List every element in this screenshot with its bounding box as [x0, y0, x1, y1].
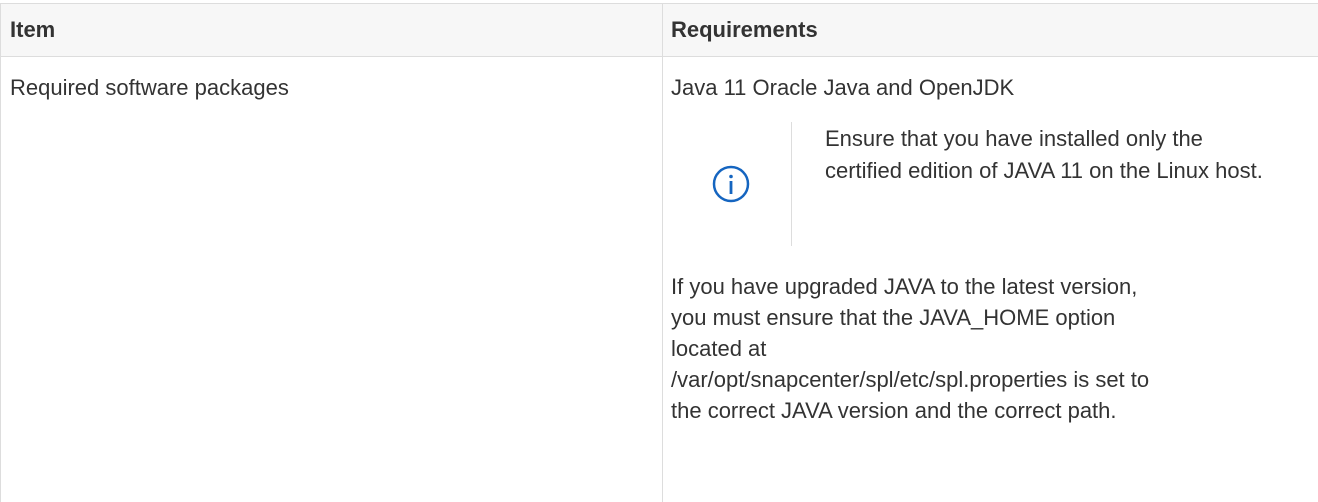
header-row: Item Requirements — [0, 3, 1318, 57]
row-item-cell: Required software packages — [0, 56, 663, 502]
note-text: Ensure that you have installed only the … — [825, 126, 1263, 183]
requirements-table: Item Requirements Required software pack… — [0, 3, 1318, 502]
header-item: Item — [0, 3, 663, 57]
note-admonition: Ensure that you have installed only the … — [671, 120, 1318, 248]
requirement-java-line: Java 11 Oracle Java and OpenJDK — [671, 75, 1015, 100]
note-icon-cell — [671, 120, 791, 248]
header-requirements: Requirements — [662, 3, 1318, 57]
table-header: Item Requirements — [0, 3, 1318, 57]
requirement-java-home-paragraph: If you have upgraded JAVA to the latest … — [671, 274, 1150, 423]
table-row: Required software packages Java 11 Oracl… — [0, 56, 1318, 502]
row-requirements-cell: Java 11 Oracle Java and OpenJDK Ensure t… — [662, 56, 1318, 502]
info-icon — [712, 165, 750, 203]
table-body: Required software packages Java 11 Oracl… — [0, 56, 1318, 502]
